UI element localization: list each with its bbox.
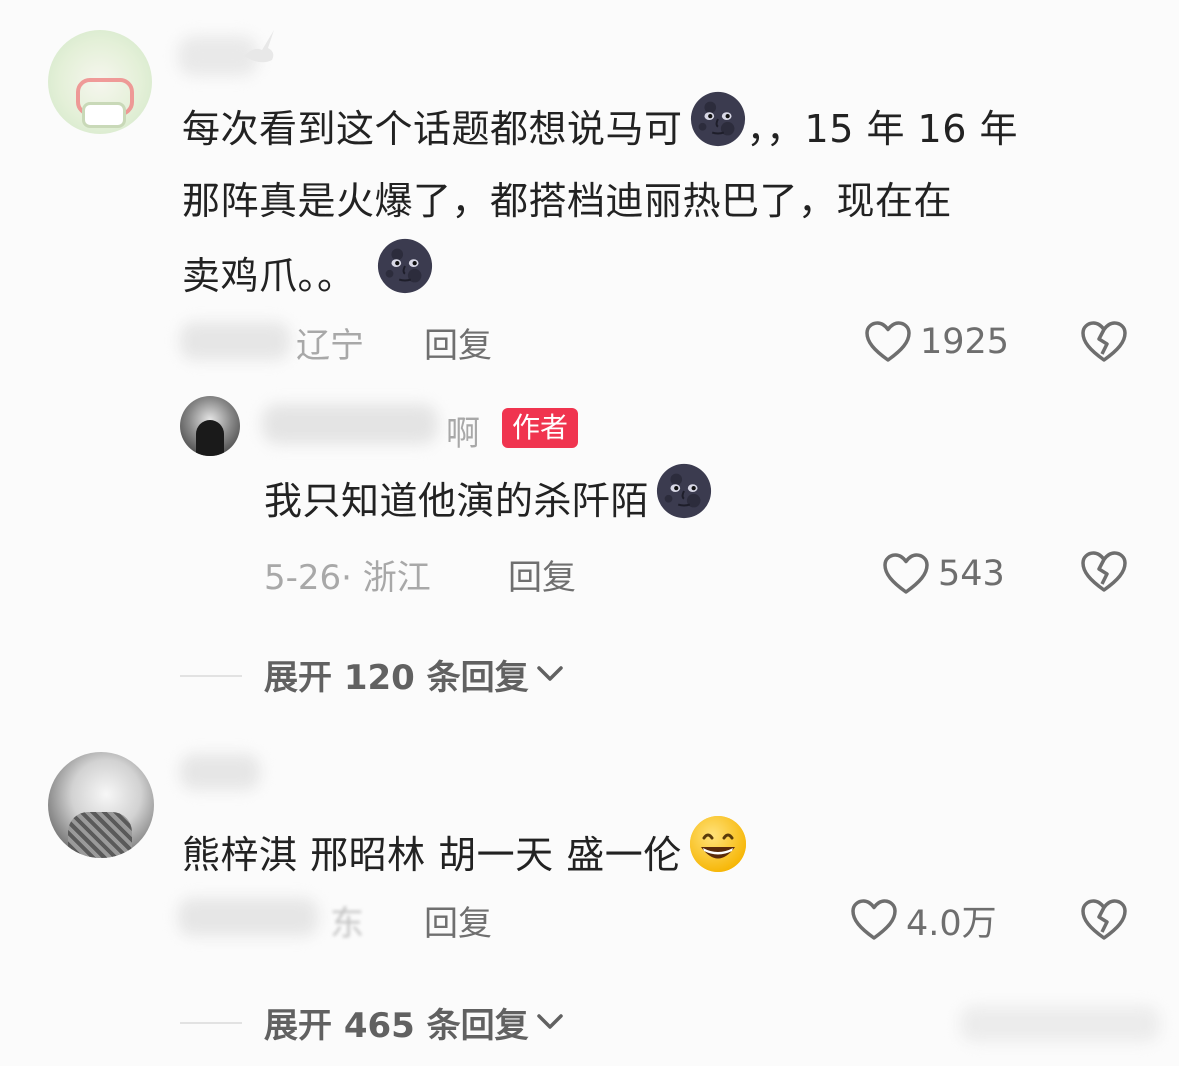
broken-heart-icon[interactable] (1080, 550, 1128, 594)
expand-replies-label: 展开 465 条回复 (264, 1005, 529, 1046)
like-button[interactable]: 4.0万 (850, 896, 997, 944)
comment-text: 每次看到这个话题都想说马可 ，，15 年 16 年 那阵真是火爆了，都搭档迪丽热巴… (182, 90, 1162, 312)
comment-text-line1-tail: ，，15 年 16 年 (746, 107, 1018, 151)
reply-username-redacted (262, 404, 438, 444)
like-button[interactable]: 1925 (864, 318, 1009, 366)
reply-reply-button[interactable]: 回复 (508, 550, 576, 599)
reply-like-count: 543 (938, 554, 1005, 594)
reply-button[interactable]: 回复 (424, 318, 492, 367)
comment-text-line3: 卖鸡爪。。 (182, 254, 356, 298)
reply-like-button[interactable]: 543 (882, 550, 1005, 598)
author-badge: 作者 (502, 408, 579, 448)
reply-button[interactable]: 回复 (424, 896, 492, 945)
comment-text-line1: 每次看到这个话题都想说马可 (182, 107, 683, 151)
username-redacted (180, 754, 260, 790)
expand-divider (180, 675, 242, 677)
comment-location-partial: 东 (330, 904, 364, 944)
comment-text: 熊梓淇 邢昭林 胡一天 盛一伦 (182, 814, 748, 891)
reply-avatar[interactable] (180, 396, 240, 456)
chevron-down-icon (535, 1012, 565, 1032)
avatar[interactable] (48, 752, 154, 858)
chevron-down-icon (535, 664, 565, 684)
heart-outline-icon (850, 898, 898, 942)
expand-replies-label: 展开 120 条回复 (264, 657, 529, 698)
new-moon-face-emoji (689, 90, 747, 148)
date-redacted (178, 898, 318, 936)
expand-replies-button[interactable]: 展开 120 条回复 (264, 650, 565, 698)
avatar-figure (196, 420, 224, 456)
date-redacted (180, 322, 290, 360)
new-moon-face-emoji (655, 462, 713, 520)
grinning-squinting-face-emoji (688, 814, 748, 874)
comment-location: 辽宁 (296, 326, 364, 366)
reply-text-content: 我只知道他演的杀阡陌 (264, 479, 650, 523)
new-moon-face-emoji (376, 237, 434, 295)
heart-outline-icon (864, 320, 912, 364)
comment-text-content: 熊梓淇 邢昭林 胡一天 盛一伦 (182, 833, 682, 877)
broken-heart-icon[interactable] (1080, 320, 1128, 364)
heart-outline-icon (882, 552, 930, 596)
dove-decoration (240, 26, 280, 70)
watermark-redacted (960, 1006, 1160, 1042)
reply-username-suffix: 啊 (446, 414, 480, 454)
expand-divider (180, 1022, 242, 1024)
avatar-figure (68, 812, 132, 858)
avatar-art-detail (82, 102, 126, 128)
comment-text-line2: 那阵真是火爆了，都搭档迪丽热巴了，现在在 (182, 179, 953, 223)
like-count: 4.0万 (906, 903, 997, 944)
reply-date-location: 5-26· 浙江 (264, 558, 431, 598)
avatar[interactable] (48, 30, 152, 134)
expand-replies-button[interactable]: 展开 465 条回复 (264, 998, 565, 1046)
reply-text: 我只知道他演的杀阡陌 (264, 462, 713, 537)
broken-heart-icon[interactable] (1080, 898, 1128, 942)
like-count: 1925 (920, 322, 1010, 362)
